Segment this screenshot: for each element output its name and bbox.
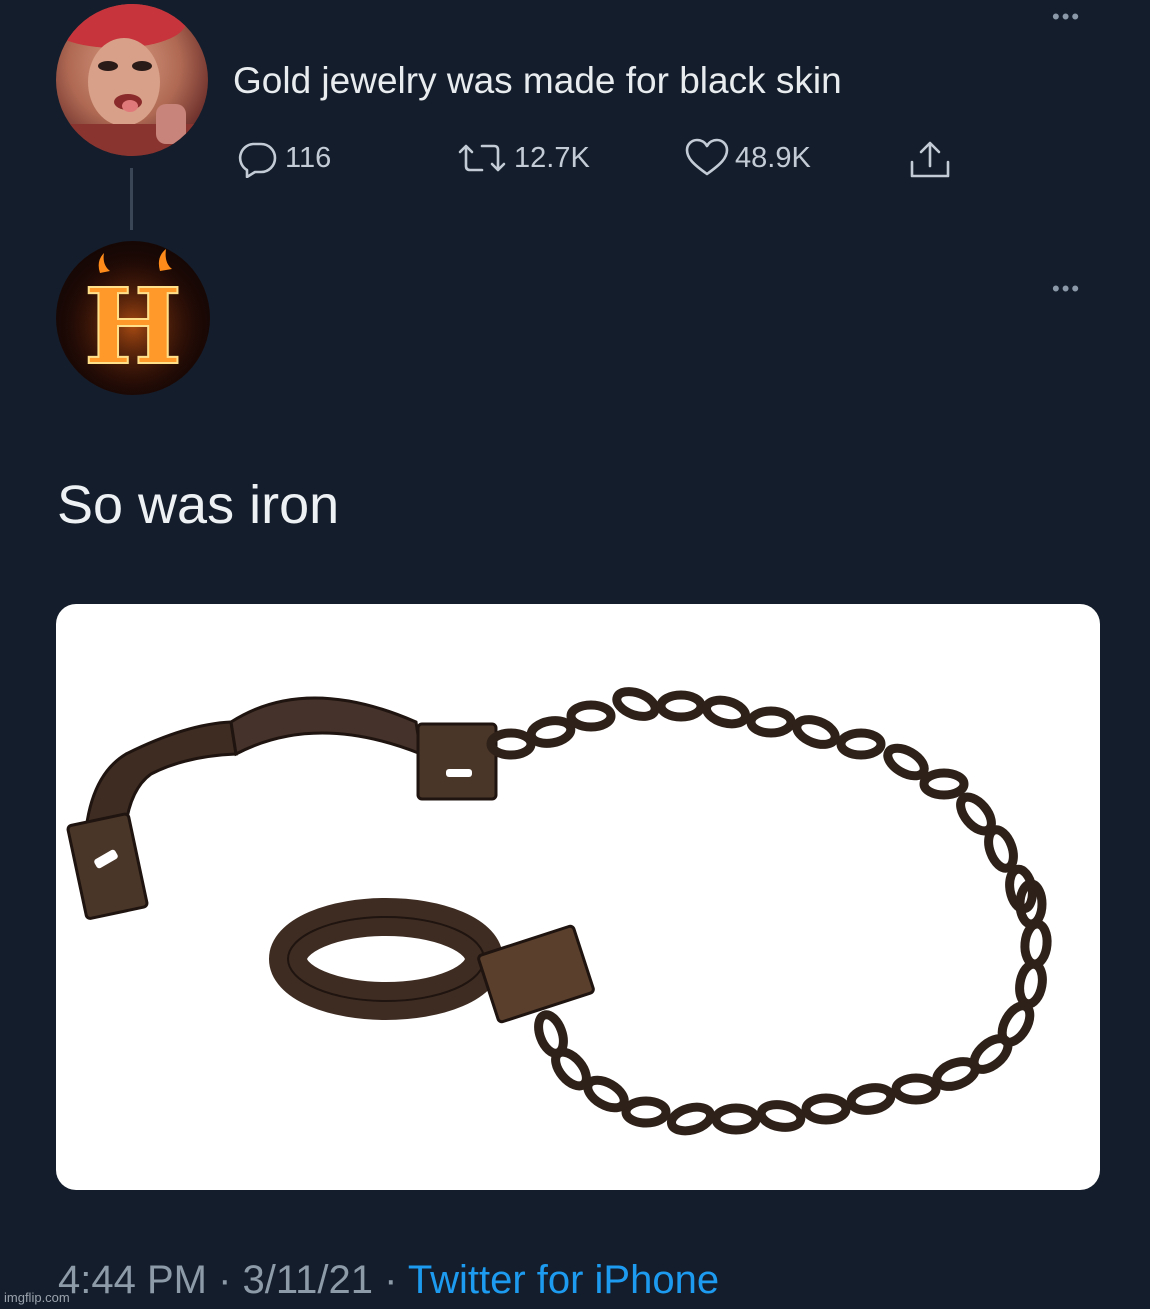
tweet2-text: So was iron [57,475,340,535]
tweet1-text: Gold jewelry was made for black skin [233,60,842,101]
more-options-icon[interactable]: ••• [1052,4,1081,30]
more-options-icon[interactable]: ••• [1052,276,1081,302]
tweet-media-image[interactable] [56,604,1100,1190]
footer-separator: · [373,1258,408,1302]
tweet-time: 4:44 PM [58,1258,207,1302]
retweet-count: 12.7K [514,141,590,174]
tweet-date: 3/11/21 [242,1258,374,1302]
avatar-photo-icon [56,4,208,156]
avatar-letter: H [84,265,182,388]
share-icon [910,141,950,178]
avatar-user2[interactable]: H [56,241,210,395]
reply-count: 116 [285,141,332,174]
watermark: imgflip.com [4,1290,70,1305]
retweet-icon [458,144,506,172]
avatar-user1[interactable] [56,4,208,156]
footer-separator: · [206,1258,243,1302]
thread-connector-line [130,168,133,230]
tweet-source-link[interactable]: Twitter for iPhone [408,1258,719,1302]
like-button[interactable]: 48.9K [685,138,811,178]
retweet-button[interactable]: 12.7K [456,138,590,178]
like-count: 48.9K [735,141,811,174]
shackles-chain-icon [66,687,1052,1136]
share-button[interactable] [908,140,952,180]
flaming-letter-icon: H [56,241,210,395]
reply-icon [238,142,277,178]
reply-button[interactable]: 116 [235,138,331,178]
tweet-footer: 4:44 PM · 3/11/21 · Twitter for iPhone [58,1258,719,1303]
like-icon [685,138,729,176]
